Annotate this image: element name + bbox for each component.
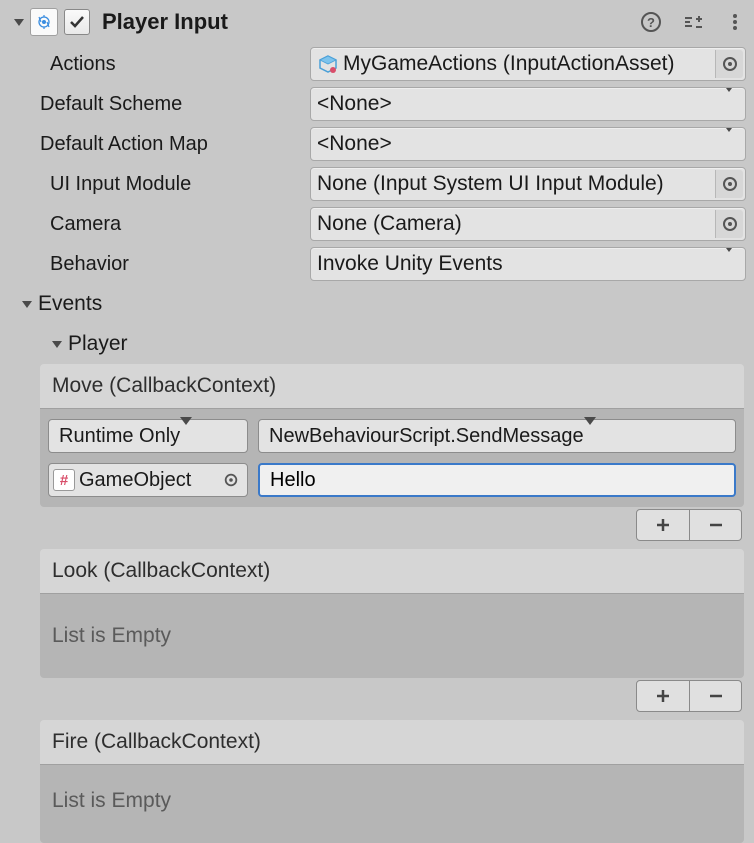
remove-callback-button[interactable] — [689, 510, 741, 540]
event-header-fire: Fire (CallbackContext) — [40, 720, 744, 764]
target-object-field[interactable]: # GameObject — [48, 463, 248, 497]
context-menu-icon[interactable] — [724, 11, 746, 33]
events-foldout[interactable] — [18, 295, 36, 313]
chevron-down-icon — [723, 252, 735, 276]
enable-checkbox[interactable] — [64, 9, 90, 35]
default-action-map-label: Default Action Map — [10, 133, 310, 156]
behavior-dropdown[interactable]: Invoke Unity Events — [310, 247, 746, 281]
chevron-down-icon — [723, 92, 735, 116]
actions-label: Actions — [10, 53, 310, 76]
string-argument-input[interactable] — [258, 463, 736, 497]
event-header-move: Move (CallbackContext) — [40, 364, 744, 408]
event-header-look: Look (CallbackContext) — [40, 549, 744, 593]
chevron-down-icon — [180, 425, 192, 448]
svg-text:?: ? — [647, 15, 655, 30]
asset-icon — [317, 53, 339, 75]
ui-input-module-label: UI Input Module — [10, 173, 310, 196]
call-state-dropdown[interactable]: Runtime Only — [48, 419, 248, 453]
actions-value: MyGameActions (InputActionAsset) — [343, 52, 674, 76]
script-icon — [30, 8, 58, 36]
camera-field[interactable]: None (Camera) — [310, 207, 746, 241]
player-foldout[interactable] — [48, 335, 66, 353]
add-callback-button[interactable] — [637, 681, 689, 711]
event-entry: Runtime Only NewBehaviourScript.SendMess… — [48, 417, 736, 499]
help-icon[interactable]: ? — [640, 11, 662, 33]
component-foldout[interactable] — [10, 13, 28, 31]
empty-list-text: List is Empty — [52, 624, 171, 647]
camera-label: Camera — [10, 213, 310, 236]
object-picker-icon[interactable] — [217, 466, 245, 494]
component-title: Player Input — [102, 9, 228, 35]
events-label: Events — [38, 292, 102, 316]
remove-callback-button[interactable] — [689, 681, 741, 711]
default-scheme-label: Default Scheme — [10, 93, 310, 116]
chevron-down-icon — [723, 132, 735, 156]
actions-field[interactable]: MyGameActions (InputActionAsset) — [310, 47, 746, 81]
add-callback-button[interactable] — [637, 510, 689, 540]
empty-list-text: List is Empty — [52, 789, 171, 812]
object-picker-icon[interactable] — [715, 170, 743, 198]
default-action-map-dropdown[interactable]: <None> — [310, 127, 746, 161]
behavior-label: Behavior — [10, 253, 310, 276]
script-asset-icon: # — [53, 469, 75, 491]
presets-icon[interactable] — [682, 11, 704, 33]
object-picker-icon[interactable] — [715, 210, 743, 238]
ui-input-module-field[interactable]: None (Input System UI Input Module) — [310, 167, 746, 201]
player-label: Player — [68, 332, 128, 356]
object-picker-icon[interactable] — [715, 50, 743, 78]
method-dropdown[interactable]: NewBehaviourScript.SendMessage — [258, 419, 736, 453]
chevron-down-icon — [584, 425, 596, 448]
default-scheme-dropdown[interactable]: <None> — [310, 87, 746, 121]
